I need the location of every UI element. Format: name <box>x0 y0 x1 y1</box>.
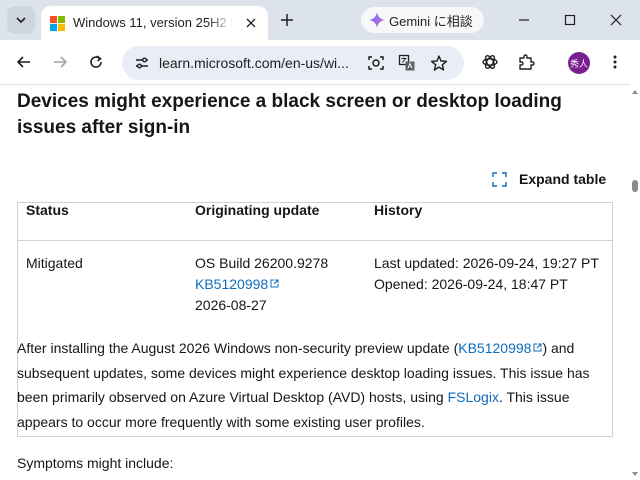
arrow-right-icon <box>54 56 68 68</box>
back-button[interactable] <box>12 50 36 74</box>
google-lens-button[interactable] <box>365 52 387 74</box>
release-date-text: 2026-08-27 <box>195 297 267 313</box>
gemini-label: Gemini に相談 <box>389 13 473 29</box>
url-text: learn.microsoft.com/en-us/wi... <box>159 55 349 71</box>
profile-avatar[interactable]: 秀人 <box>568 52 590 74</box>
tab-title: Windows 11, version 25H2 known issues <box>73 13 233 33</box>
chatgpt-extension-button[interactable] <box>478 50 502 74</box>
gemini-button[interactable]: Gemini に相談 <box>361 7 484 33</box>
issue-description: After installing the August 2026 Windows… <box>17 336 617 434</box>
browser-titlebar: Windows 11, version 25H2 known issues Ge… <box>0 0 640 40</box>
plus-icon <box>281 14 293 26</box>
external-link-icon <box>270 279 279 288</box>
browser-tab[interactable]: Windows 11, version 25H2 known issues <box>41 6 268 40</box>
close-icon <box>246 18 256 28</box>
browser-toolbar: learn.microsoft.com/en-us/wi... 秀人 <box>0 40 640 84</box>
openai-logo-icon <box>482 55 498 69</box>
puzzle-icon <box>519 54 535 70</box>
bookmark-button[interactable] <box>428 52 450 74</box>
maximize-button[interactable] <box>558 8 582 32</box>
window-close-button[interactable] <box>604 8 628 32</box>
scroll-down-arrow-icon[interactable] <box>632 472 638 476</box>
table-row: Mitigated OS Build 26200.9278 KB5120998 … <box>17 241 613 327</box>
minimize-button[interactable] <box>512 8 536 32</box>
last-updated-text: Last updated: 2026-09-24, 19:27 PT <box>374 255 599 271</box>
column-header-originating-update: Originating update <box>195 202 374 241</box>
tune-icon <box>136 57 148 69</box>
expand-icon <box>492 171 507 187</box>
site-info-button[interactable] <box>131 52 153 74</box>
minimize-icon <box>519 19 529 21</box>
more-vertical-icon <box>613 55 617 69</box>
close-icon <box>610 14 622 26</box>
reload-icon <box>90 55 102 68</box>
kb-link-inline[interactable]: KB5120998 <box>458 340 531 356</box>
forward-button[interactable] <box>48 50 72 74</box>
originating-update-cell: OS Build 26200.9278 KB5120998 2026-08-27 <box>195 241 374 327</box>
column-header-history: History <box>374 202 613 241</box>
extensions-button[interactable] <box>514 50 538 74</box>
table-header-row: Status Originating update History <box>17 202 613 241</box>
scrollbar-thumb[interactable] <box>632 180 638 192</box>
star-icon <box>430 55 448 71</box>
gemini-sparkle-icon <box>369 12 385 28</box>
issue-table-content: Status Originating update History Mitiga… <box>17 202 613 326</box>
history-cell: Last updated: 2026-09-24, 19:27 PT Opene… <box>374 241 613 327</box>
page-content: Devices might experience a black screen … <box>0 84 640 480</box>
translate-button[interactable] <box>396 52 418 74</box>
menu-button[interactable] <box>603 50 627 74</box>
opened-text: Opened: 2026-09-24, 18:47 PT <box>374 276 568 292</box>
maximize-icon <box>564 14 576 26</box>
issue-heading: Devices might experience a black screen … <box>17 91 562 138</box>
chevron-down-icon <box>16 17 26 24</box>
scroll-up-arrow-icon[interactable] <box>632 90 638 94</box>
expand-table-button[interactable]: Expand table <box>492 169 606 189</box>
fslogix-link[interactable]: FSLogix <box>448 389 499 405</box>
column-header-status: Status <box>17 202 195 241</box>
translate-icon <box>398 54 415 71</box>
status-cell: Mitigated <box>26 255 83 271</box>
tab-close-button[interactable] <box>241 13 261 33</box>
kb-link[interactable]: KB5120998 <box>195 276 268 292</box>
arrow-left-icon <box>16 56 30 68</box>
tab-search-button[interactable] <box>7 6 35 34</box>
symptoms-intro: Symptoms might include: <box>17 455 174 471</box>
lens-icon <box>368 56 384 70</box>
address-bar[interactable]: learn.microsoft.com/en-us/wi... <box>122 46 464 80</box>
expand-table-label: Expand table <box>519 171 607 187</box>
page-scrollbar[interactable] <box>630 84 640 480</box>
microsoft-logo-icon <box>50 16 65 31</box>
reload-button[interactable] <box>84 50 108 74</box>
new-tab-button[interactable] <box>276 9 298 31</box>
description-part1: After installing the August 2026 Windows… <box>17 340 459 356</box>
os-build-text: OS Build 26200.9278 <box>195 255 329 271</box>
